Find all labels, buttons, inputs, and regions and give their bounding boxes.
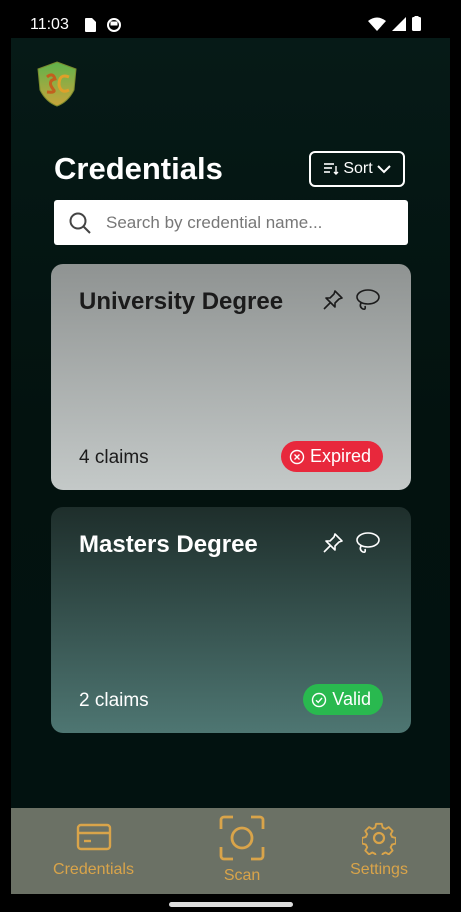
nav-tab-credentials[interactable]: Credentials: [53, 821, 134, 879]
credentials-screen: Credentials Sort University Degree: [11, 38, 450, 808]
claims-count: 2 claims: [79, 690, 149, 711]
card-icon: [76, 823, 111, 851]
app-notification-icon: [107, 18, 121, 32]
credential-card[interactable]: University Degree 4 claims Expired: [51, 264, 411, 490]
search-icon: [69, 212, 91, 234]
status-badge-expired: Expired: [280, 441, 383, 472]
credential-name: University Degree: [79, 288, 284, 315]
status-badge-valid: Valid: [303, 684, 383, 715]
nav-tab-settings[interactable]: Settings: [350, 821, 408, 879]
status-time: 11:03: [30, 16, 69, 33]
nav-label: Credentials: [53, 861, 134, 878]
lasso-icon[interactable]: [353, 288, 381, 312]
claims-count: 4 claims: [79, 447, 149, 468]
wifi-icon: [368, 17, 386, 31]
scan-icon: [219, 815, 265, 861]
sort-icon: [324, 163, 339, 175]
lasso-icon[interactable]: [353, 531, 381, 555]
search-input[interactable]: [104, 211, 398, 234]
chevron-down-icon: [376, 165, 391, 174]
credential-name: Masters Degree: [79, 531, 258, 558]
sort-button[interactable]: Sort: [309, 151, 405, 187]
error-circle-icon: [289, 449, 305, 464]
gear-icon: [362, 822, 397, 855]
credential-card[interactable]: Masters Degree 2 claims Valid: [51, 507, 411, 733]
check-circle-icon: [312, 692, 327, 707]
home-indicator[interactable]: [169, 902, 293, 907]
bottom-navigation: Credentials Scan Settings: [11, 808, 450, 894]
battery-icon: [412, 16, 421, 31]
search-bar: [54, 200, 408, 245]
pin-icon[interactable]: [321, 531, 345, 555]
status-label: Expired: [309, 446, 371, 466]
nav-label: Settings: [350, 861, 408, 878]
sort-label: Sort: [343, 160, 373, 177]
app-logo: [37, 61, 77, 107]
page-title: Credentials: [54, 151, 223, 186]
signal-icon: [392, 16, 406, 31]
status-bar: 11:03: [0, 0, 461, 38]
nav-tab-scan[interactable]: Scan: [218, 814, 266, 885]
status-label: Valid: [332, 689, 371, 709]
nav-label: Scan: [223, 867, 261, 884]
sim-card-icon: [85, 18, 96, 32]
pin-icon[interactable]: [321, 288, 345, 312]
